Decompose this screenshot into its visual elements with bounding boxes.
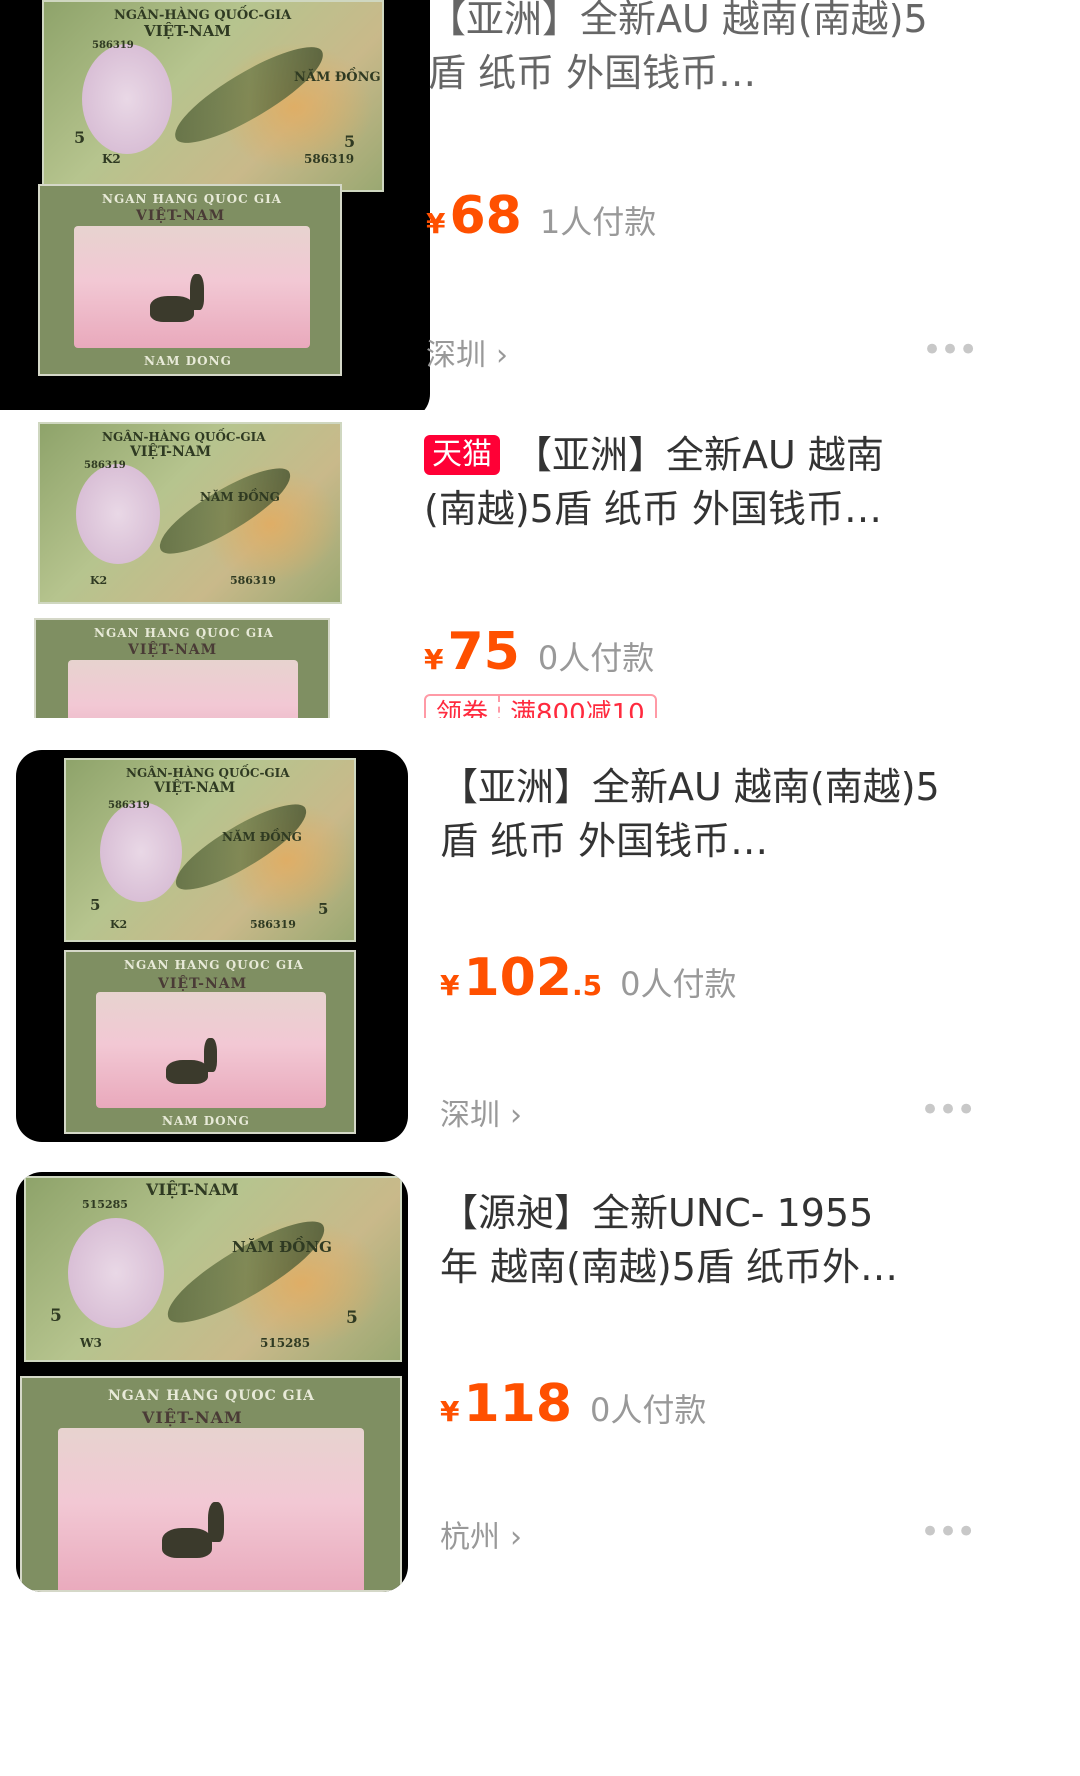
banknote-front-image: NGÂN-HÀNG QUỐC-GIA VIỆT-NAM NĂM ĐỒNG 586… [64, 758, 356, 942]
currency-symbol: ¥ [440, 969, 460, 1002]
currency-symbol: ¥ [440, 1395, 460, 1428]
product-title[interactable]: 天猫 【亚洲】全新AU 越南(南越)5盾 纸币 外国钱币… [424, 428, 934, 536]
product-thumbnail[interactable]: NGÂN-HÀNG QUỐC-GIA VIỆT-NAM NĂM ĐỒNG 586… [30, 422, 342, 718]
shop-location[interactable]: 杭州 › [440, 1512, 522, 1556]
more-options-icon[interactable]: ••• [922, 330, 978, 370]
chevron-right-icon: › [496, 338, 508, 373]
product-card[interactable]: NGÂN-HÀNG QUỐC-GIA VIỆT-NAM NĂM ĐỒNG 586… [0, 410, 1080, 718]
coupon-label: 领券 [436, 699, 489, 718]
chevron-right-icon: › [510, 1520, 522, 1555]
banknote-back-image: NGAN HANG QUOC GIA VIỆT-NAM [20, 1376, 402, 1592]
coupon-tag[interactable]: 领券 满800减10 [424, 694, 657, 718]
shop-location[interactable]: 深圳 › [426, 330, 508, 374]
price: 118 [463, 1374, 573, 1434]
more-options-icon[interactable]: ••• [920, 1090, 976, 1130]
product-card[interactable]: NGÂN-HÀNG QUỐC-GIA VIỆT-NAM NĂM ĐỒNG 586… [0, 0, 1080, 410]
sales-count: 0人付款 [537, 639, 655, 677]
price: 68 [449, 186, 522, 246]
chevron-right-icon: › [510, 1098, 522, 1133]
product-thumbnail[interactable]: VIỆT-NAM NĂM ĐỒNG 515285 W3 515285 5 5 N… [16, 1172, 408, 1592]
product-card[interactable]: VIỆT-NAM NĂM ĐỒNG 515285 W3 515285 5 5 N… [0, 1156, 1080, 1776]
currency-symbol: ¥ [424, 643, 444, 676]
price-decimal: .5 [572, 969, 603, 1002]
coupon-value: 满800减10 [510, 699, 645, 718]
price-row: ¥75 0人付款 [424, 622, 654, 682]
tmall-badge: 天猫 [424, 435, 500, 475]
price: 75 [447, 622, 520, 682]
price-row: ¥68 1人付款 [426, 186, 656, 246]
sales-count: 1人付款 [539, 203, 657, 241]
product-thumbnail[interactable]: NGÂN-HÀNG QUỐC-GIA VIỆT-NAM NĂM ĐỒNG 586… [0, 0, 430, 410]
sales-count: 0人付款 [590, 1391, 707, 1429]
banknote-front-image: NGÂN-HÀNG QUỐC-GIA VIỆT-NAM NĂM ĐỒNG 586… [38, 422, 342, 604]
product-title[interactable]: 【源昶】全新UNC- 1955年 越南(南越)5盾 纸币外… [440, 1186, 908, 1294]
banknote-front-image: NGÂN-HÀNG QUỐC-GIA VIỆT-NAM NĂM ĐỒNG 586… [42, 0, 384, 192]
banknote-back-image: NGAN HANG QUOC GIA VIỆT-NAM NAM DONG [38, 184, 342, 376]
currency-symbol: ¥ [426, 207, 446, 240]
product-thumbnail[interactable]: NGÂN-HÀNG QUỐC-GIA VIỆT-NAM NĂM ĐỒNG 586… [16, 750, 408, 1142]
banknote-back-image: NGAN HANG QUOC GIA VIỆT-NAM NAM DONG [64, 950, 356, 1134]
price-row: ¥102.5 0人付款 [440, 948, 737, 1008]
price: 102 [463, 948, 573, 1008]
sales-count: 0人付款 [620, 965, 737, 1003]
product-card[interactable]: NGÂN-HÀNG QUỐC-GIA VIỆT-NAM NĂM ĐỒNG 586… [0, 718, 1080, 1156]
shop-location[interactable]: 深圳 › [440, 1090, 522, 1134]
price-row: ¥118 0人付款 [440, 1374, 706, 1434]
more-options-icon[interactable]: ••• [920, 1512, 976, 1552]
banknote-back-image: NGAN HANG QUOC GIA VIỆT-NAM [34, 618, 330, 718]
product-title[interactable]: 【亚洲】全新AU 越南(南越)5盾 纸币 外国钱币… [428, 0, 928, 100]
product-title[interactable]: 【亚洲】全新AU 越南(南越)5盾 纸币 外国钱币… [440, 760, 940, 868]
banknote-front-image: VIỆT-NAM NĂM ĐỒNG 515285 W3 515285 5 5 [24, 1176, 402, 1362]
